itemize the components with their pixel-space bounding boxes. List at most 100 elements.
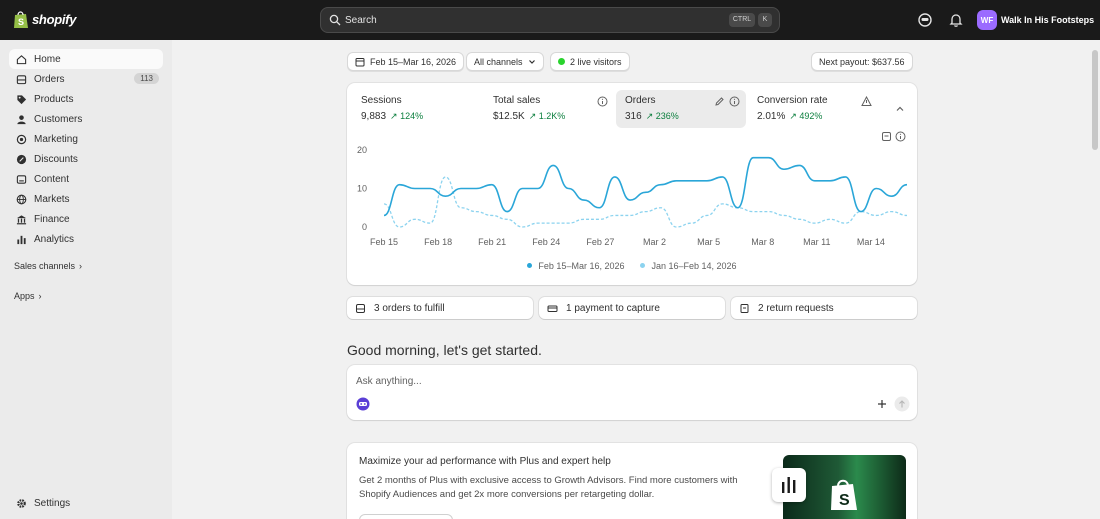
- x-tick-label: Feb 15: [370, 237, 398, 247]
- shortcut-k-key: K: [758, 13, 772, 27]
- sidebar-item-label: Orders: [34, 73, 65, 85]
- promo-text: Get 2 months of Plus with exclusive acce…: [359, 475, 738, 500]
- info-icon[interactable]: [597, 96, 608, 107]
- sidekick-icon[interactable]: [917, 12, 933, 28]
- payment-to-capture-button[interactable]: 1 payment to capture: [539, 297, 725, 319]
- apps-link[interactable]: Apps ›: [14, 291, 42, 301]
- orders-to-fulfill-button[interactable]: 3 orders to fulfill: [347, 297, 533, 319]
- greeting-heading: Good morning, let's get started.: [347, 342, 542, 358]
- sidebar-item-orders[interactable]: Orders 113: [9, 69, 163, 89]
- sidebar-item-home[interactable]: Home: [9, 49, 163, 69]
- legend-label: Jan 16–Feb 14, 2026: [651, 261, 737, 271]
- store-name: Walk In His Footsteps: [1001, 15, 1095, 25]
- content-icon: [16, 174, 27, 184]
- metric-change: ↗ 1.2K%: [528, 111, 566, 121]
- metric-conversion-rate[interactable]: Conversion rate 2.01% ↗ 492%: [748, 90, 883, 128]
- sidebar-item-label: Marketing: [34, 133, 78, 145]
- date-range-picker[interactable]: Feb 15–Mar 16, 2026: [347, 52, 465, 71]
- chevron-up-icon[interactable]: [895, 104, 905, 114]
- metric-title: Sessions: [361, 95, 402, 106]
- edit-pencil-icon[interactable]: [714, 96, 725, 107]
- audiences-badge: [772, 468, 806, 502]
- metric-total-sales[interactable]: Total sales $12.5K ↗ 1.2K%: [484, 90, 614, 128]
- x-tick-label: Feb 18: [424, 237, 452, 247]
- x-tick-label: Feb 24: [532, 237, 560, 247]
- chevron-down-icon: [528, 59, 535, 64]
- sidebar-item-label: Finance: [34, 213, 70, 225]
- sidebar-item-label: Settings: [34, 497, 71, 509]
- sidekick-avatar-icon: [356, 397, 370, 411]
- y-tick-label: 10: [357, 184, 367, 194]
- sidebar-item-analytics[interactable]: Analytics: [9, 229, 163, 249]
- channels-label: All channels: [474, 56, 523, 67]
- sidebar-item-label: Home: [34, 53, 61, 65]
- discount-icon: [16, 154, 27, 164]
- legend-item-previous: Jan 16–Feb 14, 2026: [640, 261, 737, 271]
- x-tick-label: Feb 21: [478, 237, 506, 247]
- plus-icon[interactable]: [877, 399, 887, 409]
- promo-title: Maximize your ad performance with Plus a…: [359, 456, 611, 467]
- chevron-right-icon: ›: [79, 261, 83, 271]
- x-tick-label: Mar 11: [803, 237, 830, 247]
- sidebar-item-label: Discounts: [34, 153, 78, 165]
- sidebar-item-markets[interactable]: Markets: [9, 189, 163, 209]
- bell-icon[interactable]: [948, 12, 964, 28]
- sidebar-item-content[interactable]: Content: [9, 169, 163, 189]
- svg-text:S: S: [839, 492, 850, 509]
- metric-value: $12.5K: [493, 111, 525, 122]
- live-visitors-button[interactable]: 2 live visitors: [550, 52, 630, 71]
- metric-change-value: 1.2K%: [538, 111, 566, 121]
- shortcut-ctrl-key: CTRL: [729, 13, 755, 27]
- live-visitors-label: 2 live visitors: [570, 56, 622, 67]
- shopify-bag-icon: S: [831, 479, 857, 510]
- series-line-current: [383, 156, 908, 217]
- store-menu[interactable]: WF Walk In His Footsteps: [977, 10, 1094, 30]
- live-indicator-dot: [558, 58, 565, 65]
- metric-change-value: 492%: [799, 111, 823, 121]
- search-bar[interactable]: Search CTRL K: [320, 7, 780, 33]
- sales-channels-label: Sales channels: [14, 261, 76, 271]
- page-scrollbar[interactable]: [1092, 50, 1098, 150]
- legend-label: Feb 15–Mar 16, 2026: [538, 261, 625, 271]
- shopify-logo[interactable]: S shopify: [13, 10, 76, 29]
- legend-dot: [640, 263, 646, 268]
- promo-cta-button[interactable]: [359, 514, 453, 519]
- task-label: 1 payment to capture: [566, 302, 660, 314]
- apps-label: Apps: [14, 291, 35, 301]
- sidebar-item-products[interactable]: Products: [9, 89, 163, 109]
- metric-orders[interactable]: Orders 316 ↗ 236%: [616, 90, 746, 128]
- metric-title: Conversion rate: [757, 95, 828, 106]
- info-icon[interactable]: [729, 96, 740, 107]
- sidebar-item-settings[interactable]: Settings: [9, 493, 163, 513]
- legend-dot: [527, 263, 533, 268]
- sidebar-item-marketing[interactable]: Marketing: [9, 129, 163, 149]
- chevron-right-icon: ›: [38, 291, 42, 301]
- plus-promo-card: Maximize your ad performance with Plus a…: [347, 443, 917, 519]
- shopify-bag-icon: S: [14, 11, 28, 28]
- analytics-card: Sessions 9,883 ↗ 124% Total sales $12.5K…: [347, 83, 917, 285]
- warning-icon[interactable]: [861, 96, 872, 107]
- channels-select[interactable]: All channels: [466, 52, 544, 71]
- orders-count-badge: 113: [134, 73, 159, 84]
- sidebar-item-discounts[interactable]: Discounts: [9, 149, 163, 169]
- search-icon: [329, 14, 341, 26]
- sidebar-item-finance[interactable]: Finance: [9, 209, 163, 229]
- return-requests-button[interactable]: 2 return requests: [731, 297, 917, 319]
- sidebar-item-customers[interactable]: Customers: [9, 109, 163, 129]
- globe-icon: [16, 194, 27, 204]
- metric-value: 316: [625, 111, 642, 122]
- send-arrow-icon[interactable]: [894, 396, 910, 412]
- metric-sessions[interactable]: Sessions 9,883 ↗ 124%: [352, 90, 480, 128]
- bar-chart-icon: [17, 235, 26, 244]
- sales-channels-link[interactable]: Sales channels ›: [14, 261, 82, 271]
- ask-input[interactable]: Ask anything...: [356, 376, 422, 387]
- x-tick-label: Feb 27: [586, 237, 614, 247]
- sidebar-item-label: Customers: [34, 113, 83, 125]
- person-icon: [17, 114, 26, 124]
- sidebar-item-label: Products: [34, 93, 74, 105]
- legend-item-current: Feb 15–Mar 16, 2026: [527, 261, 624, 271]
- sidebar-item-label: Markets: [34, 193, 70, 205]
- sidekick-prompt-card[interactable]: Ask anything...: [347, 365, 917, 420]
- orders-icon: [16, 74, 27, 84]
- next-payout-button[interactable]: Next payout: $637.56: [811, 52, 913, 71]
